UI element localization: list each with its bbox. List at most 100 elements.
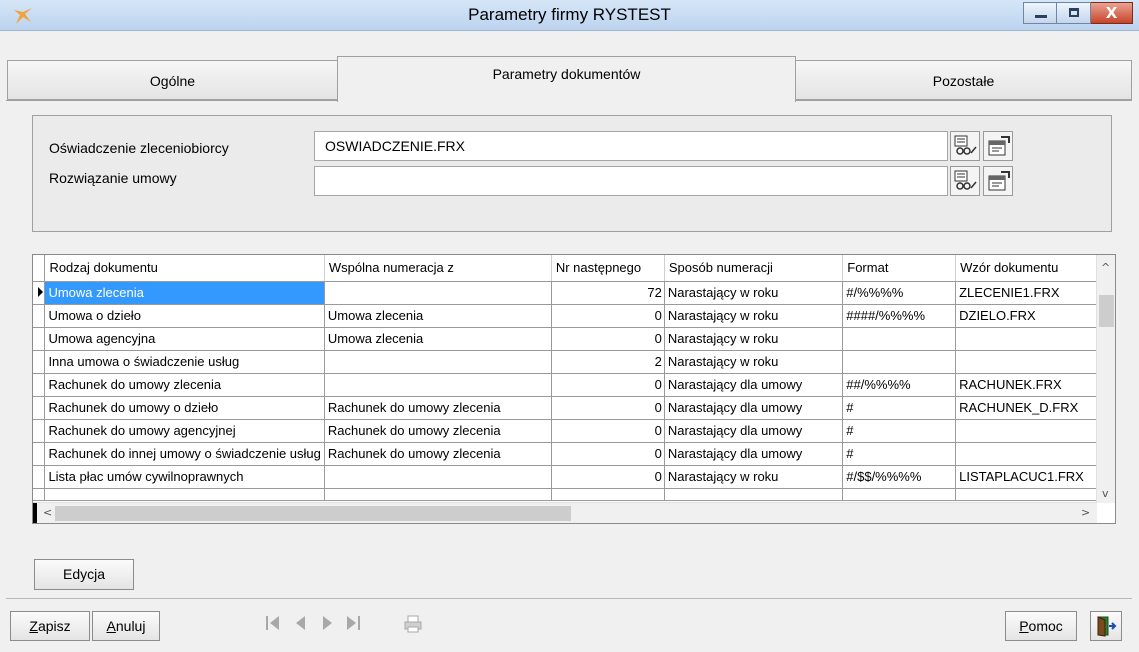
next-record-button[interactable]	[316, 608, 338, 636]
oswiadczenie-browse-button[interactable]	[950, 131, 980, 161]
grid-cell[interactable]: 0	[551, 396, 665, 420]
tab-parametry-dokumentow[interactable]: Parametry dokumentów	[337, 56, 796, 102]
edit-button[interactable]: Edycja	[34, 559, 134, 590]
rozwiazanie-field[interactable]	[314, 166, 948, 196]
grid-cell[interactable]: Umowa zlecenia	[324, 327, 552, 351]
grid-cell[interactable]	[955, 350, 1115, 374]
grid-header-cell[interactable]: Nr następnego	[551, 255, 665, 282]
grid-cell[interactable]: ##/%%%%	[842, 373, 957, 397]
grid-cell[interactable]: RACHUNEK.FRX	[955, 373, 1115, 397]
table-row[interactable]: Umowa o dzieło Umowa zlecenia 0 Narastający…	[33, 304, 1115, 328]
scroll-right-arrow-icon[interactable]: >	[1081, 506, 1090, 519]
grid-cell[interactable]: Narastający dla umowy	[664, 396, 844, 420]
table-row[interactable]: Rachunek do umowy zlecenia 0 Narastający d…	[33, 373, 1115, 397]
grid-cell[interactable]: 0	[551, 373, 665, 397]
document-types-grid[interactable]: Rodzaj dokumentu Wspólna numeracja z Nr …	[32, 254, 1116, 524]
grid-cell[interactable]: ####/%%%%	[842, 304, 957, 328]
grid-header-cell[interactable]: Wzór dokumentu	[955, 255, 1115, 282]
table-row[interactable]: Umowa agencyjna Umowa zlecenia 0 Narastając…	[33, 327, 1115, 351]
rozwiazanie-browse-button[interactable]	[950, 166, 980, 196]
grid-header-cell[interactable]: Wspólna numeracja z	[324, 255, 552, 282]
grid-cell[interactable]	[842, 350, 957, 374]
grid-cell[interactable]: RACHUNEK_D.FRX	[955, 396, 1115, 420]
grid-cell[interactable]	[324, 465, 552, 489]
oswiadczenie-field[interactable]: OSWIADCZENIE.FRX	[314, 131, 948, 161]
grid-cell[interactable]: Umowa o dzieło	[44, 304, 325, 328]
grid-cell[interactable]	[324, 281, 552, 305]
grid-cell[interactable]: Inna umowa o świadczenie usług	[44, 350, 325, 374]
scroll-down-arrow-icon[interactable]: v	[1102, 487, 1109, 500]
grid-cell[interactable]	[324, 373, 552, 397]
vertical-scroll-thumb[interactable]	[1099, 295, 1114, 327]
grid-cell[interactable]: Umowa agencyjna	[44, 327, 325, 351]
grid-cell[interactable]: #	[842, 442, 957, 466]
grid-cell[interactable]: Umowa zlecenia	[324, 304, 552, 328]
table-row[interactable]: Rachunek do innej umowy o świadczenie us…	[33, 442, 1115, 466]
table-row[interactable]: Inna umowa o świadczenie usług 2 Narastają…	[33, 350, 1115, 374]
oswiadczenie-properties-button[interactable]	[983, 131, 1013, 161]
grid-cell[interactable]	[842, 327, 957, 351]
grid-cell[interactable]: ZLECENIE1.FRX	[955, 281, 1115, 305]
grid-cell[interactable]: Rachunek do umowy o dzieło	[44, 396, 325, 420]
maximize-button[interactable]	[1057, 2, 1091, 24]
grid-cell[interactable]: Umowa zlecenia	[44, 281, 325, 305]
table-row[interactable]: Rachunek do umowy o dzieło Rachunek do um…	[33, 396, 1115, 420]
grid-cell[interactable]: #	[842, 419, 957, 443]
grid-cell[interactable]: 0	[551, 419, 665, 443]
grid-header-cell[interactable]: Format	[842, 255, 957, 282]
grid-cell[interactable]: Narastający dla umowy	[664, 373, 844, 397]
previous-record-button[interactable]	[290, 608, 312, 636]
grid-cell[interactable]	[955, 327, 1115, 351]
save-button[interactable]: Zapisz	[10, 611, 90, 641]
table-row[interactable]: Umowa zlecenia 72 Narastający w roku #/%%%%…	[33, 281, 1115, 305]
grid-cell[interactable]	[955, 419, 1115, 443]
grid-cell[interactable]: Narastający w roku	[664, 281, 844, 305]
close-button[interactable]: X	[1091, 2, 1133, 24]
minimize-button[interactable]	[1023, 2, 1057, 24]
grid-cell[interactable]: Rachunek do umowy agencyjnej	[44, 419, 325, 443]
grid-cell[interactable]: Rachunek do umowy zlecenia	[324, 396, 552, 420]
grid-cell[interactable]: LISTAPLACUC1.FRX	[955, 465, 1115, 489]
grid-cell[interactable]: Rachunek do umowy zlecenia	[44, 373, 325, 397]
grid-cell[interactable]	[955, 442, 1115, 466]
table-row[interactable]: Lista płac umów cywilnoprawnych 0 Narastaj…	[33, 465, 1115, 489]
grid-cell[interactable]: Lista płac umów cywilnoprawnych	[44, 465, 325, 489]
scroll-up-arrow-icon[interactable]: ^	[1101, 261, 1110, 274]
grid-horizontal-scrollbar[interactable]: < >	[33, 502, 1097, 523]
grid-header-cell[interactable]: Rodzaj dokumentu	[44, 255, 325, 282]
grid-cell[interactable]: DZIELO.FRX	[955, 304, 1115, 328]
grid-cell[interactable]: Rachunek do innej umowy o świadczenie us…	[44, 442, 325, 466]
grid-cell[interactable]: 0	[551, 465, 665, 489]
grid-cell[interactable]: #/$$/%%%%	[842, 465, 957, 489]
grid-cell[interactable]: 72	[551, 281, 665, 305]
print-button[interactable]	[400, 608, 428, 636]
grid-cell[interactable]: Rachunek do umowy zlecenia	[324, 419, 552, 443]
grid-cell[interactable]: Narastający w roku	[664, 350, 844, 374]
grid-cell[interactable]: #	[842, 396, 957, 420]
grid-cell[interactable]: Narastający w roku	[664, 304, 844, 328]
scroll-left-arrow-icon[interactable]: <	[43, 506, 52, 519]
grid-header-cell[interactable]: Sposób numeracji	[664, 255, 844, 282]
tab-pozostale[interactable]: Pozostałe	[795, 60, 1132, 100]
grid-cell[interactable]: #/%%%%	[842, 281, 957, 305]
grid-cell[interactable]: Narastający dla umowy	[664, 442, 844, 466]
grid-cell[interactable]: 2	[551, 350, 665, 374]
first-record-button[interactable]	[262, 608, 284, 636]
exit-button[interactable]	[1090, 611, 1122, 641]
grid-vertical-scrollbar[interactable]: ^ v	[1096, 255, 1115, 503]
grid-cell[interactable]: 0	[551, 442, 665, 466]
rozwiazanie-properties-button[interactable]	[983, 166, 1013, 196]
help-button[interactable]: Pomoc	[1005, 611, 1077, 641]
last-record-button[interactable]	[342, 608, 364, 636]
tab-ogolne[interactable]: Ogólne	[7, 60, 338, 100]
grid-cell[interactable]: 0	[551, 327, 665, 351]
cancel-button[interactable]: Anuluj	[92, 611, 160, 641]
grid-cell[interactable]	[324, 350, 552, 374]
table-row[interactable]: Rachunek do umowy agencyjnej Rachunek do …	[33, 419, 1115, 443]
grid-cell[interactable]: Rachunek do umowy zlecenia	[324, 442, 552, 466]
grid-cell[interactable]: Narastający w roku	[664, 327, 844, 351]
grid-cell[interactable]: 0	[551, 304, 665, 328]
horizontal-scroll-thumb[interactable]	[55, 506, 571, 521]
grid-cell[interactable]: Narastający dla umowy	[664, 419, 844, 443]
grid-cell[interactable]: Narastający w roku	[664, 465, 844, 489]
